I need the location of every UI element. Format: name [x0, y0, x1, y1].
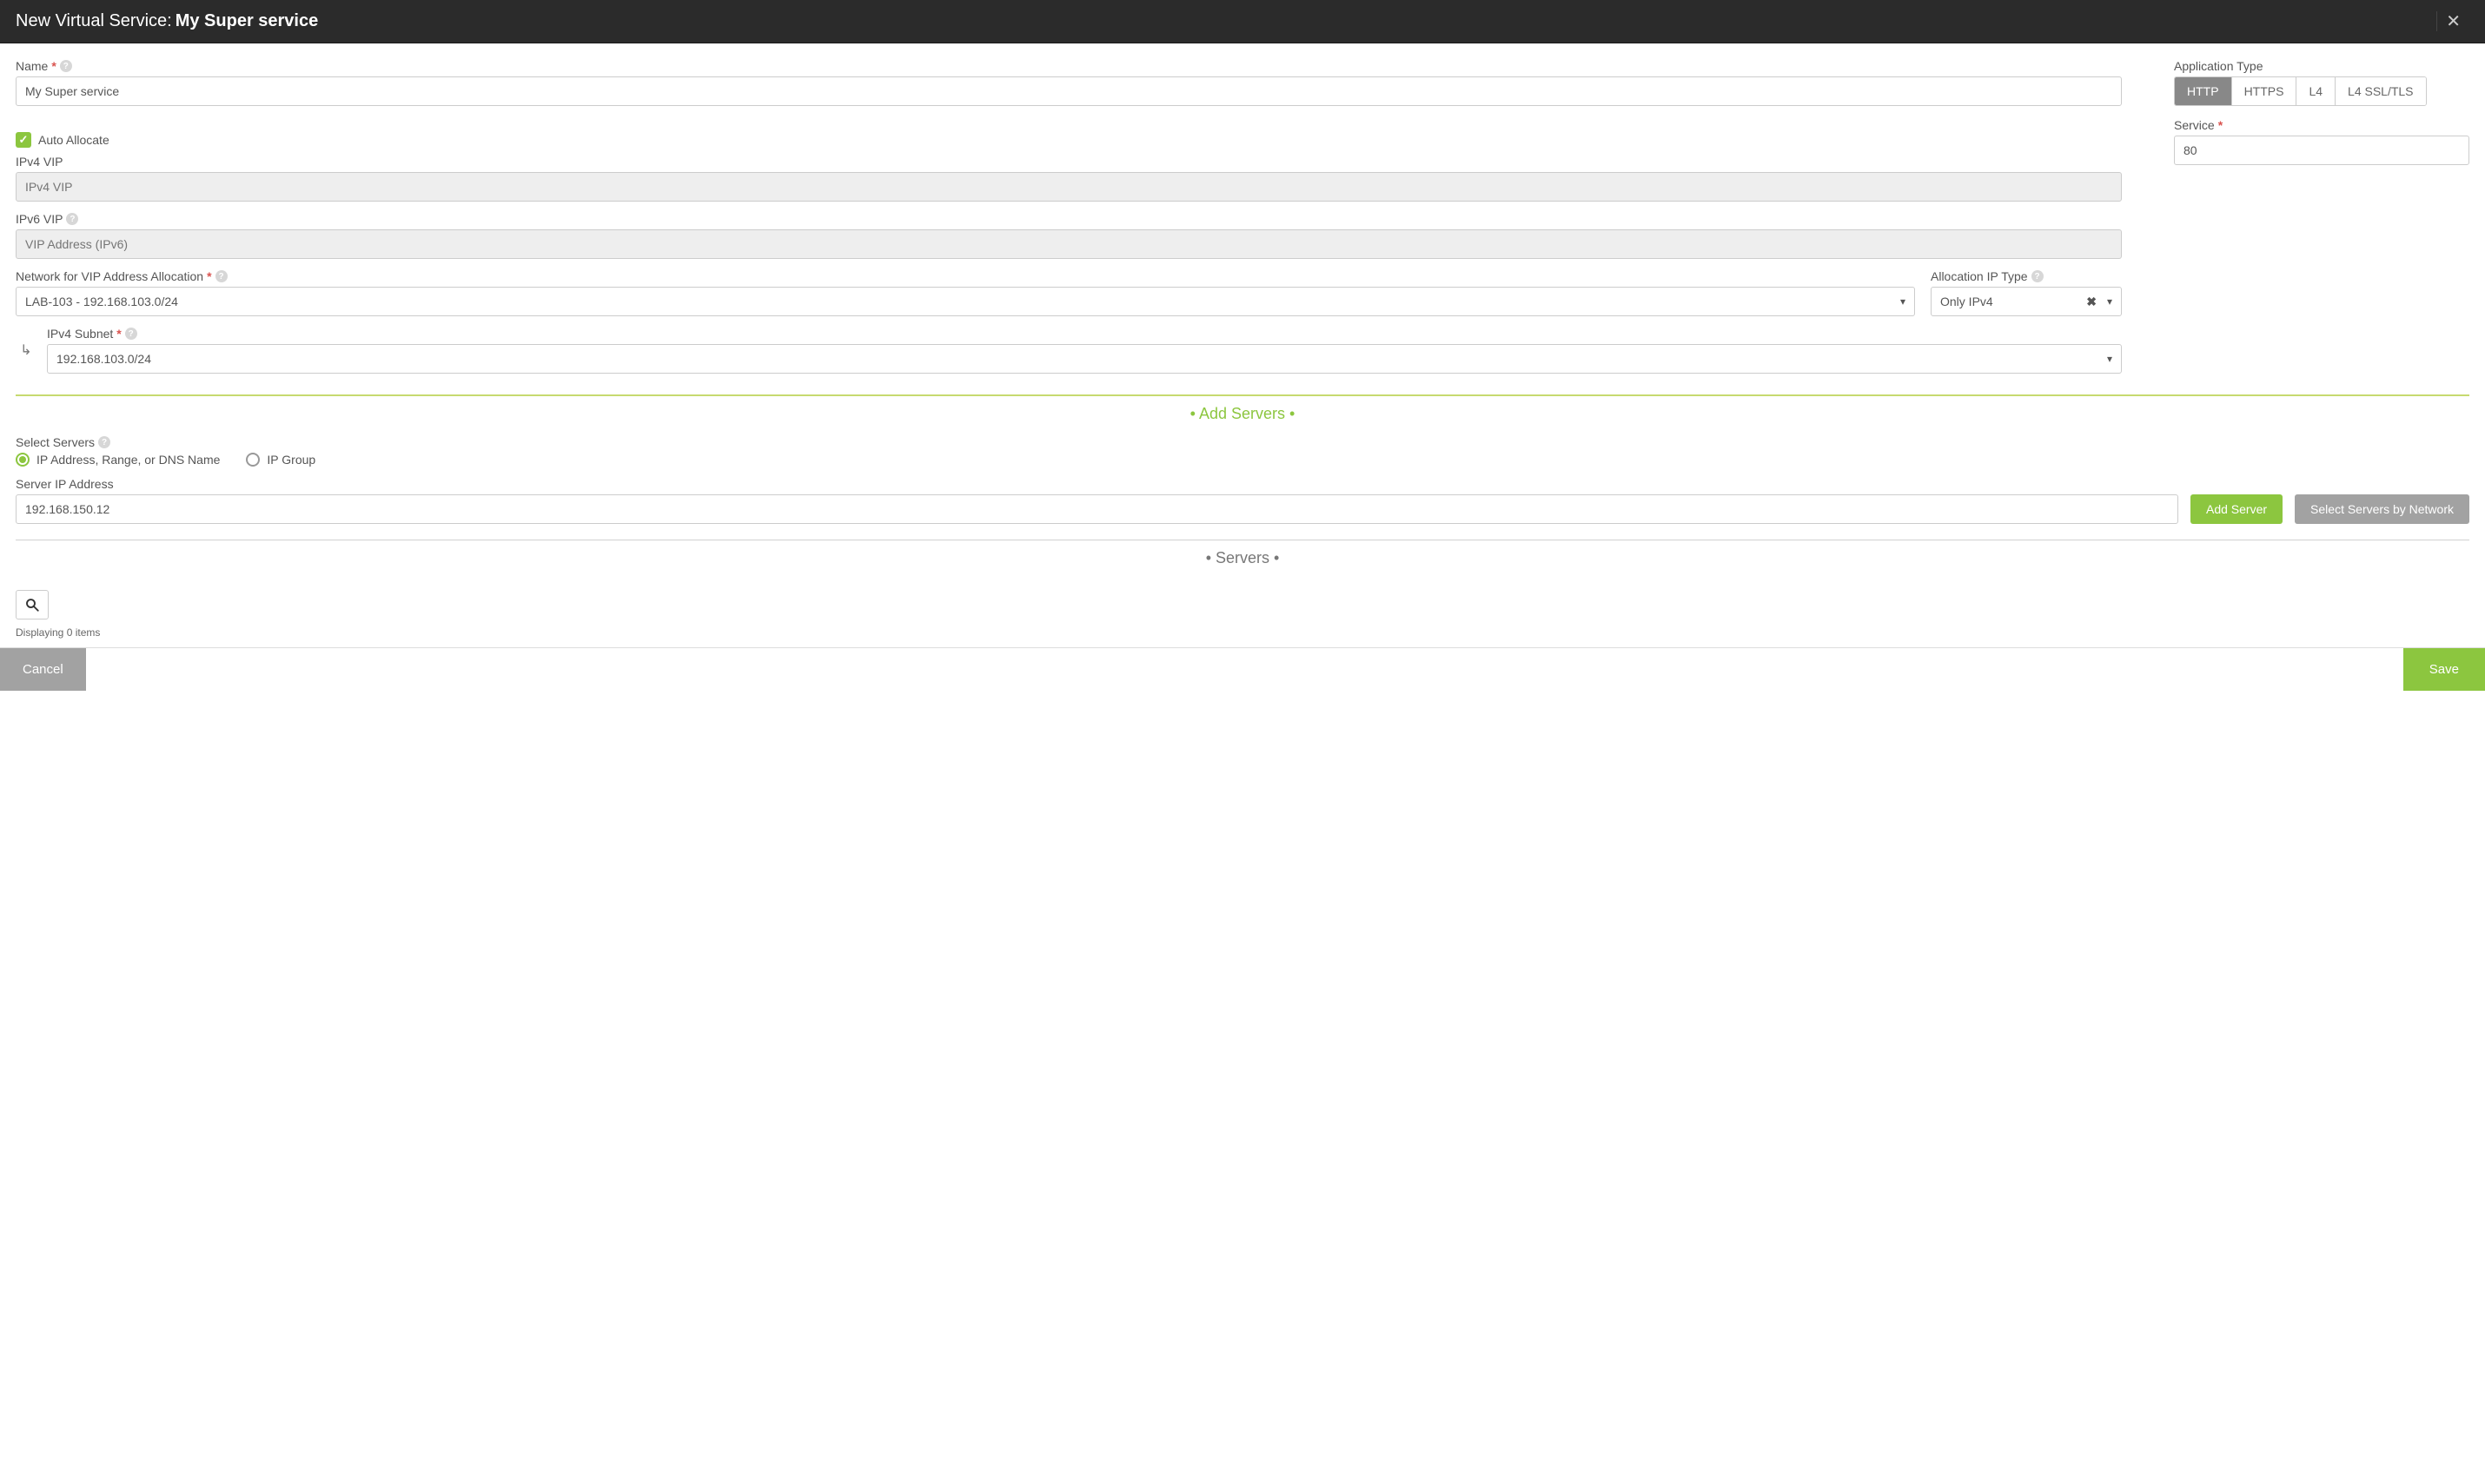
select-servers-label: Select Servers: [16, 435, 95, 449]
ipv4-subnet-value: 192.168.103.0/24: [56, 352, 2107, 366]
modal-header: New Virtual Service: My Super service ✕: [0, 0, 2485, 43]
chevron-down-icon: ▾: [2107, 295, 2112, 308]
auto-allocate-label: Auto Allocate: [38, 133, 109, 147]
clear-icon[interactable]: ✖: [2086, 295, 2097, 309]
select-servers-by-network-button[interactable]: Select Servers by Network: [2295, 494, 2469, 524]
add-servers-section-title: • Add Servers •: [16, 405, 2469, 423]
required-icon: *: [2218, 118, 2223, 132]
ipv6-vip-label: IPv6 VIP: [16, 212, 63, 226]
help-icon[interactable]: ?: [66, 213, 78, 225]
add-server-button[interactable]: Add Server: [2190, 494, 2283, 524]
server-ip-input[interactable]: [16, 494, 2178, 524]
required-icon: *: [207, 269, 211, 283]
radio-ipgroup-label: IP Group: [267, 453, 315, 467]
service-label: Service: [2174, 118, 2215, 132]
radio-ipgroup-option[interactable]: IP Group: [246, 453, 315, 467]
ipv4-vip-label: IPv4 VIP: [16, 155, 63, 169]
required-icon: *: [51, 59, 56, 73]
ipv4-vip-input: [16, 172, 2122, 202]
save-button[interactable]: Save: [2403, 648, 2485, 691]
name-label: Name: [16, 59, 48, 73]
server-ip-label: Server IP Address: [16, 477, 114, 491]
modal-footer: Cancel Save: [0, 647, 2485, 691]
modal-title-name: My Super service: [176, 11, 319, 31]
help-icon[interactable]: ?: [125, 328, 137, 340]
app-type-l4-ssl[interactable]: L4 SSL/TLS: [2336, 77, 2426, 105]
radio-ip-option[interactable]: IP Address, Range, or DNS Name: [16, 453, 220, 467]
auto-allocate-checkbox[interactable]: ✓: [16, 132, 31, 148]
network-alloc-label: Network for VIP Address Allocation: [16, 269, 203, 283]
help-icon[interactable]: ?: [98, 436, 110, 448]
network-alloc-value: LAB-103 - 192.168.103.0/24: [25, 295, 1900, 308]
app-type-l4[interactable]: L4: [2296, 77, 2336, 105]
network-alloc-select[interactable]: LAB-103 - 192.168.103.0/24 ▾: [16, 287, 1915, 316]
chevron-down-icon: ▾: [2107, 353, 2112, 365]
servers-section-title: • Servers •: [16, 549, 2469, 567]
required-icon: *: [116, 327, 121, 341]
ipv4-subnet-label: IPv4 Subnet: [47, 327, 113, 341]
radio-dot-icon: [16, 453, 30, 467]
application-type-label: Application Type: [2174, 59, 2263, 73]
help-icon[interactable]: ?: [215, 270, 228, 282]
search-button[interactable]: [16, 590, 49, 619]
help-icon[interactable]: ?: [2031, 270, 2044, 282]
alloc-ip-type-label: Allocation IP Type: [1931, 269, 2028, 283]
application-type-segmented: HTTP HTTPS L4 L4 SSL/TLS: [2174, 76, 2427, 106]
app-type-https[interactable]: HTTPS: [2232, 77, 2297, 105]
indent-arrow-icon: ↳: [16, 341, 36, 359]
modal-title-prefix: New Virtual Service:: [16, 11, 172, 31]
cancel-button[interactable]: Cancel: [0, 648, 86, 691]
ipv4-subnet-select[interactable]: 192.168.103.0/24 ▾: [47, 344, 2122, 374]
radio-dot-icon: [246, 453, 260, 467]
help-icon[interactable]: ?: [60, 60, 72, 72]
app-type-http[interactable]: HTTP: [2175, 77, 2232, 105]
search-icon: [24, 597, 40, 613]
radio-ip-label: IP Address, Range, or DNS Name: [36, 453, 220, 467]
close-icon[interactable]: ✕: [2437, 10, 2469, 32]
chevron-down-icon: ▾: [1900, 295, 1905, 308]
alloc-ip-type-value: Only IPv4: [1940, 295, 2086, 308]
ipv6-vip-input: [16, 229, 2122, 259]
service-port-input[interactable]: [2174, 136, 2469, 165]
name-input[interactable]: [16, 76, 2122, 106]
items-count-text: Displaying 0 items: [16, 626, 2469, 639]
alloc-ip-type-select[interactable]: Only IPv4 ✖ ▾: [1931, 287, 2122, 316]
